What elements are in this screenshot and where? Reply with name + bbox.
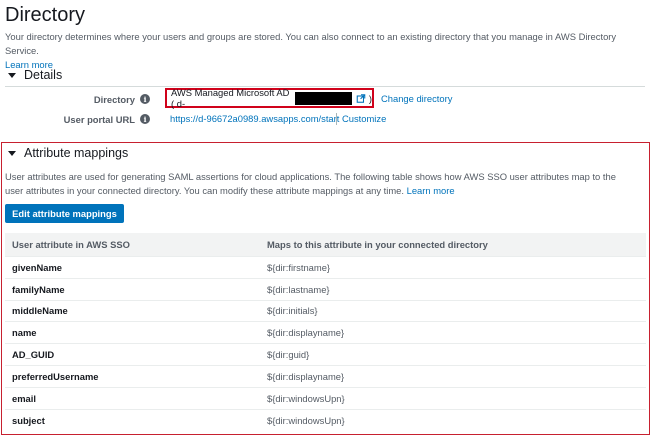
table-row: name ${dir:displayname} [5,322,646,345]
intro-text: Your directory determines where your use… [5,31,617,56]
redacted-directory-id [294,91,352,105]
attribute-learn-more-link[interactable]: Learn more [407,185,455,196]
column-header-directory-attribute: Maps to this attribute in your connected… [267,239,488,250]
attribute-mappings-table: User attribute in AWS SSO Maps to this a… [5,233,646,431]
details-header: Details [24,68,63,82]
sso-attribute: AD_GUID [12,349,55,361]
directory-attribute: ${dir:guid} [267,349,310,361]
directory-attribute: ${dir:initials} [267,305,318,317]
directory-value: AWS Managed Microsoft AD ( d- [171,87,290,109]
info-icon[interactable]: i [140,114,150,124]
table-row: middleName ${dir:initials} [5,301,646,323]
customize-link[interactable]: Customize [342,113,386,124]
table-row: subject ${dir:windowsUpn} [5,410,646,432]
edit-attribute-mappings-button[interactable]: Edit attribute mappings [5,204,124,223]
page-intro: Your directory determines where your use… [5,30,645,72]
sso-attribute: givenName [12,261,63,273]
external-link-icon[interactable] [356,93,366,104]
directory-attribute: ${dir:displayname} [267,370,345,382]
column-header-sso-attribute: User attribute in AWS SSO [12,239,130,250]
directory-value-box: AWS Managed Microsoft AD ( d- ) [165,87,374,109]
directory-attribute: ${dir:firstname} [267,261,331,273]
sso-attribute: middleName [12,305,68,317]
table-row: email ${dir:windowsUpn} [5,388,646,410]
directory-label: Directory [93,93,135,105]
sso-attribute: email [12,392,36,404]
table-row: AD_GUID ${dir:guid} [5,344,646,366]
sso-attribute: familyName [12,283,65,295]
details-section-toggle[interactable]: Details [8,68,62,82]
directory-value-close: ) [368,92,372,104]
table-header: User attribute in AWS SSO Maps to this a… [5,233,646,257]
table-row: givenName ${dir:firstname} [5,257,646,279]
portal-url-link[interactable]: https://d-96672a0989.awsapps.com/start [170,113,339,124]
sso-attribute: preferredUsername [12,370,99,382]
details-divider [5,86,645,87]
directory-attribute: ${dir:displayname} [267,327,345,339]
sso-attribute: subject [12,414,45,426]
change-directory-link[interactable]: Change directory [381,93,452,104]
page-title: Directory [5,4,86,26]
caret-down-icon [8,72,16,78]
table-row: familyName ${dir:lastname} [5,279,646,301]
portal-label-row: User portal URL i [40,112,150,126]
directory-label-row: Directory i [40,92,150,106]
directory-attribute: ${dir:windowsUpn} [267,392,345,404]
attribute-mappings-description: User attributes are used for generating … [5,170,635,198]
attribute-mappings-header: Attribute mappings [24,146,129,160]
attribute-description-text: User attributes are used for generating … [5,171,616,196]
sso-attribute: name [12,327,37,339]
portal-url-label: User portal URL [63,113,135,125]
caret-down-icon [8,150,16,156]
attribute-mappings-toggle[interactable]: Attribute mappings [8,146,128,160]
info-icon[interactable]: i [140,94,150,104]
directory-attribute: ${dir:windowsUpn} [267,414,345,426]
separator [336,113,337,125]
table-row: preferredUsername ${dir:displayname} [5,366,646,388]
directory-attribute: ${dir:lastname} [267,283,330,295]
